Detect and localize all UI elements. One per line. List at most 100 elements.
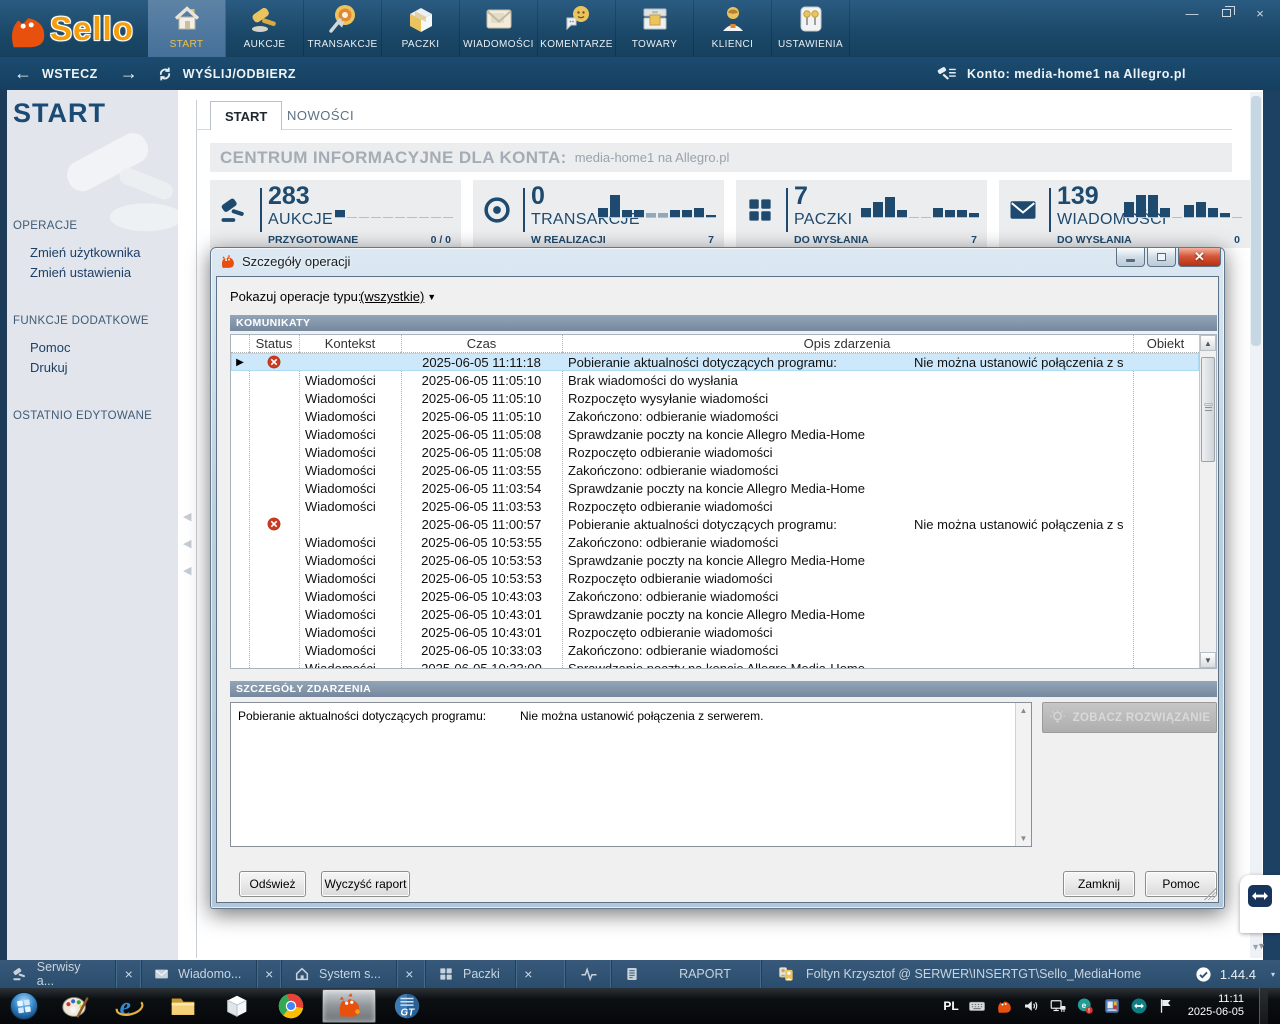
messages-log-table[interactable]: Status Kontekst Czas Opis zdarzenia Obie…: [230, 334, 1217, 669]
log-row[interactable]: Wiadomości 2025-06-05 11:05:10 Rozpoczęt…: [231, 389, 1199, 407]
taskbar-app-start-orb[interactable]: [0, 988, 48, 1024]
popup-collapse-icon[interactable]: ▼: [1257, 941, 1266, 951]
clear-report-button[interactable]: Wyczyść raport: [321, 871, 410, 897]
resize-grip[interactable]: [1204, 888, 1216, 900]
toolbar-button-transakcje[interactable]: TRANSAKCJE: [304, 0, 382, 57]
taskbar-clock[interactable]: 11:11 2025-06-05: [1188, 993, 1244, 1019]
toolbar-button-komentarze[interactable]: KOMENTARZE: [538, 0, 616, 57]
volume-icon[interactable]: [1022, 997, 1040, 1015]
stat-card-aukcje[interactable]: 283 AUKCJE PRZYGOTOWANE 0 / 0: [210, 180, 461, 248]
column-header-opis[interactable]: Opis zdarzenia: [562, 335, 1132, 353]
table-scrollbar[interactable]: ▲ ▼: [1199, 335, 1216, 668]
stat-card-paczki[interactable]: 7 PACZKI DO WYSŁANIA 7: [736, 180, 987, 248]
taskbar-app-sello-app[interactable]: [322, 989, 376, 1023]
log-row[interactable]: Wiadomości 2025-06-05 10:43:03 Zakończon…: [231, 587, 1199, 605]
taskbar-app-cube[interactable]: [210, 988, 264, 1024]
stat-card-transakcje[interactable]: 0 TRANSAKCJE W REALIZACJI 7: [473, 180, 724, 248]
window-close-button[interactable]: ×: [1244, 3, 1276, 23]
see-solution-button[interactable]: ZOBACZ ROZWIĄZANIE: [1042, 702, 1217, 733]
log-row[interactable]: Wiadomości 2025-06-05 10:33:03 Zakończon…: [231, 641, 1199, 659]
log-row[interactable]: Wiadomości 2025-06-05 11:03:53 Rozpoczęt…: [231, 497, 1199, 515]
toolbar-button-paczki[interactable]: PACZKI: [382, 0, 460, 57]
forward-arrow-icon[interactable]: →: [120, 63, 138, 84]
teamviewer-icon[interactable]: [1130, 997, 1148, 1015]
toolbar-button-wiadomości[interactable]: WIADOMOŚCI: [460, 0, 538, 57]
sidebar-item-drukuj[interactable]: Drukuj: [30, 360, 68, 375]
filter-dropdown[interactable]: (wszystkie)▼: [360, 289, 436, 304]
back-arrow-icon[interactable]: ←: [14, 63, 32, 84]
keyboard-icon[interactable]: [968, 997, 986, 1015]
close-icon[interactable]: ×: [396, 960, 422, 988]
editor-icon[interactable]: [1103, 997, 1121, 1015]
taskbar-app-insertgt[interactable]: GT: [380, 988, 434, 1024]
report-tab[interactable]: RAPORT: [612, 960, 762, 988]
activity-slot[interactable]: [566, 960, 612, 988]
statusbar-caret-icon[interactable]: ▾: [1271, 970, 1275, 979]
window-restore-button[interactable]: [1210, 3, 1242, 23]
taskbar-app-ie[interactable]: e: [102, 988, 156, 1024]
log-row[interactable]: Wiadomości 2025-06-05 10:33:00 Sprawdzan…: [231, 659, 1199, 669]
network-icon[interactable]: [1049, 997, 1067, 1015]
details-scrollbar[interactable]: ▲ ▼: [1015, 703, 1031, 846]
log-row[interactable]: Wiadomości 2025-06-05 10:43:01 Sprawdzan…: [231, 605, 1199, 623]
flag-icon[interactable]: [1157, 997, 1175, 1015]
email-alert-icon[interactable]: e!: [1076, 997, 1094, 1015]
sidebar-item-zmień-ustawienia[interactable]: Zmień ustawienia: [30, 265, 131, 280]
log-row[interactable]: 2025-06-05 11:00:57 Pobieranie aktualnoś…: [231, 515, 1199, 533]
send-receive-button[interactable]: WYŚLIJ/ODBIERZ: [183, 67, 296, 81]
close-icon[interactable]: ×: [515, 960, 541, 988]
scroll-down-icon[interactable]: ▼: [1200, 652, 1216, 668]
status-tab-serwisy-a-[interactable]: Serwisy a... ×: [0, 960, 142, 988]
log-row[interactable]: Wiadomości 2025-06-05 11:05:08 Sprawdzan…: [231, 425, 1199, 443]
scroll-down-icon[interactable]: ▼: [1016, 834, 1031, 843]
show-desktop-button[interactable]: [1259, 988, 1268, 1024]
log-row[interactable]: Wiadomości 2025-06-05 10:43:01 Rozpoczęt…: [231, 623, 1199, 641]
tab-start[interactable]: START: [210, 101, 282, 130]
main-scrollbar-thumb[interactable]: [1251, 96, 1261, 346]
sidebar-item-pomoc[interactable]: Pomoc: [30, 340, 70, 355]
close-icon[interactable]: ×: [256, 960, 281, 988]
status-tab-system-s-[interactable]: System s... ×: [282, 960, 426, 988]
dialog-maximize-button[interactable]: [1147, 248, 1176, 267]
sidebar-item-zmień-użytkownika[interactable]: Zmień użytkownika: [30, 245, 141, 260]
toolbar-button-start[interactable]: START: [148, 0, 226, 57]
log-row[interactable]: Wiadomości 2025-06-05 10:53:53 Sprawdzan…: [231, 551, 1199, 569]
teamviewer-popup[interactable]: [1240, 875, 1280, 933]
scroll-up-icon[interactable]: ▲: [1200, 335, 1216, 351]
taskbar-app-explorer[interactable]: [156, 988, 210, 1024]
main-scrollbar[interactable]: [1250, 92, 1262, 958]
event-details-box[interactable]: Pobieranie aktualności dotyczących progr…: [230, 702, 1032, 847]
collapse-arrows[interactable]: ◀◀◀: [183, 510, 191, 577]
dialog-minimize-button[interactable]: [1116, 248, 1145, 267]
sello-tray-icon[interactable]: [995, 997, 1013, 1015]
toolbar-button-klienci[interactable]: KLIENCI: [694, 0, 772, 57]
back-button[interactable]: WSTECZ: [42, 67, 98, 81]
taskbar-app-paint[interactable]: [48, 988, 102, 1024]
tab-nowosci[interactable]: NOWOŚCI: [273, 101, 368, 130]
status-tab-wiadomo-[interactable]: Wiadomo... ×: [142, 960, 282, 988]
refresh-icon[interactable]: [156, 65, 174, 83]
log-row[interactable]: Wiadomości 2025-06-05 11:03:55 Zakończon…: [231, 461, 1199, 479]
toolbar-button-towary[interactable]: TOWARY: [616, 0, 694, 57]
column-header-czas[interactable]: Czas: [401, 335, 562, 353]
taskbar-app-chrome[interactable]: [264, 988, 318, 1024]
language-indicator[interactable]: PL: [943, 999, 958, 1013]
close-icon[interactable]: ×: [115, 960, 141, 988]
toolbar-button-aukcje[interactable]: AUKCJE: [226, 0, 304, 57]
close-button[interactable]: Zamknij: [1063, 871, 1135, 897]
toolbar-button-ustawienia[interactable]: USTAWIENIA: [772, 0, 850, 57]
column-header-obiekt[interactable]: Obiekt: [1132, 335, 1199, 353]
dialog-close-button[interactable]: ✕: [1178, 248, 1221, 267]
log-row[interactable]: ▶ 2025-06-05 11:11:18 Pobieranie aktualn…: [231, 353, 1199, 371]
log-row[interactable]: Wiadomości 2025-06-05 10:53:55 Zakończon…: [231, 533, 1199, 551]
stat-card-wiadomości[interactable]: 139 WIADOMOŚCI DO WYSŁANIA 0: [999, 180, 1250, 248]
scroll-up-icon[interactable]: ▲: [1016, 706, 1031, 715]
log-row[interactable]: Wiadomości 2025-06-05 11:05:08 Rozpoczęt…: [231, 443, 1199, 461]
status-tab-paczki[interactable]: Paczki ×: [426, 960, 566, 988]
window-minimize-button[interactable]: ―: [1176, 3, 1208, 23]
column-header-kontekst[interactable]: Kontekst: [299, 335, 401, 353]
log-row[interactable]: Wiadomości 2025-06-05 10:53:53 Rozpoczęt…: [231, 569, 1199, 587]
refresh-button[interactable]: Odśwież: [239, 871, 306, 897]
dialog-titlebar[interactable]: Szczegóły operacji: [219, 253, 350, 270]
log-row[interactable]: Wiadomości 2025-06-05 11:03:54 Sprawdzan…: [231, 479, 1199, 497]
